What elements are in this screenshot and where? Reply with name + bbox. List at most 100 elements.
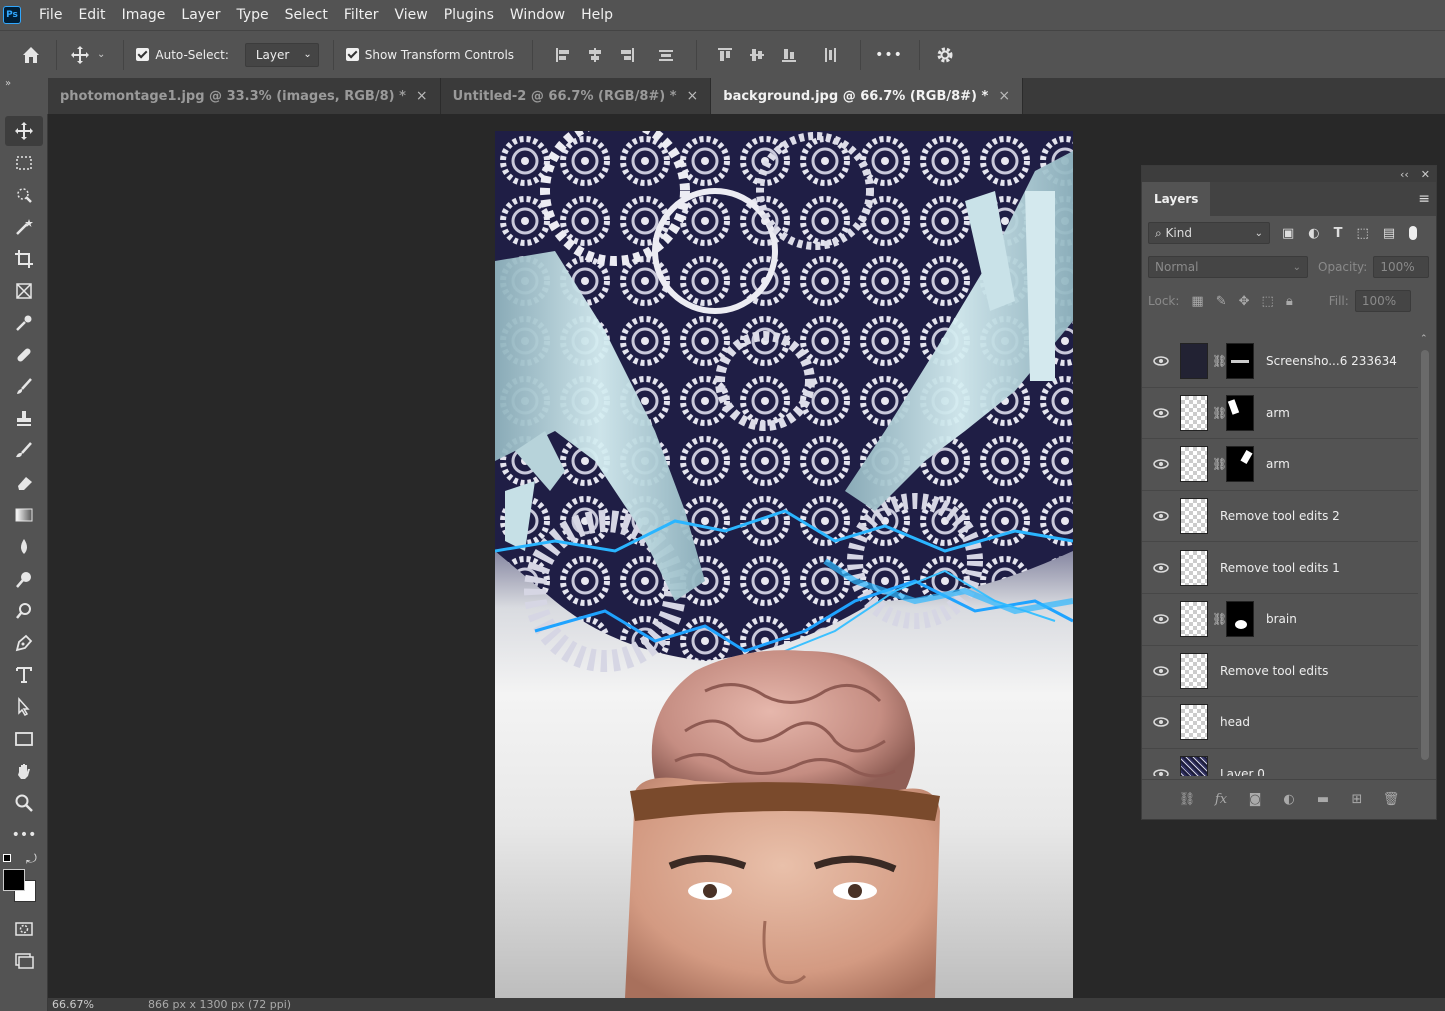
align-right-icon[interactable]: [618, 46, 636, 64]
menu-view[interactable]: View: [387, 0, 436, 30]
eye-icon[interactable]: [1142, 562, 1180, 573]
menu-filter[interactable]: Filter: [336, 0, 387, 30]
fill-input[interactable]: 100%: [1354, 290, 1411, 312]
blur-tool-icon[interactable]: [5, 532, 43, 562]
link-icon[interactable]: ⛓︎: [1212, 354, 1227, 368]
layers-scrollbar[interactable]: ⌃: [1420, 334, 1430, 776]
lock-artboard-icon[interactable]: ⬚: [1262, 294, 1274, 309]
link-icon[interactable]: ⛓︎: [1212, 612, 1227, 626]
brush-tool-icon[interactable]: [5, 372, 43, 402]
more-tools-icon[interactable]: •••: [5, 820, 43, 850]
align-top-icon[interactable]: [716, 46, 734, 64]
hand-tool-icon[interactable]: [5, 756, 43, 786]
add-mask-icon[interactable]: ◙: [1245, 790, 1265, 810]
gradient-tool-icon[interactable]: [5, 500, 43, 530]
align-bottom-icon[interactable]: [780, 46, 798, 64]
close-icon[interactable]: ×: [998, 88, 1010, 104]
lock-all-icon[interactable]: 🔒︎: [1286, 294, 1293, 309]
distribute-vertical-icon[interactable]: [821, 46, 839, 64]
menu-plugins[interactable]: Plugins: [436, 0, 502, 30]
magic-wand-tool-icon[interactable]: [5, 212, 43, 242]
layer-row[interactable]: head: [1142, 697, 1418, 749]
tab-photomontage[interactable]: photomontage1.jpg @ 33.3% (images, RGB/8…: [48, 78, 441, 114]
tab-background[interactable]: background.jpg @ 66.7% (RGB/8#) * ×: [711, 78, 1024, 114]
menu-layer[interactable]: Layer: [173, 0, 228, 30]
eye-icon[interactable]: [1142, 511, 1180, 521]
crop-tool-icon[interactable]: [5, 244, 43, 274]
show-transform-checkbox[interactable]: [345, 48, 359, 61]
layer-row[interactable]: ⛓︎ arm: [1142, 388, 1418, 440]
history-brush-tool-icon[interactable]: [5, 436, 43, 466]
auto-select-checkbox[interactable]: [136, 48, 150, 61]
zoom-level[interactable]: 66.67%: [52, 998, 112, 1011]
layer-mask-thumbnail[interactable]: [1226, 343, 1254, 380]
quick-selection-tool-icon[interactable]: [5, 180, 43, 210]
filter-toggle-icon[interactable]: [1409, 226, 1418, 240]
screen-mode-icon[interactable]: [5, 946, 43, 976]
layer-row[interactable]: Remove tool edits 1: [1142, 542, 1418, 594]
quick-mask-icon[interactable]: [5, 914, 43, 944]
layer-mask-thumbnail[interactable]: [1226, 446, 1254, 483]
distribute-horizontal-icon[interactable]: [657, 46, 675, 64]
chevron-down-icon[interactable]: ⌄: [97, 49, 105, 60]
new-group-icon[interactable]: ▬: [1313, 790, 1333, 810]
swap-colors-icon[interactable]: ⤾: [26, 852, 37, 867]
menu-image[interactable]: Image: [114, 0, 174, 30]
collapse-panel-icon[interactable]: ‹‹: [1400, 168, 1409, 181]
close-icon[interactable]: ✕: [1421, 168, 1430, 181]
link-icon[interactable]: ⛓︎: [1212, 457, 1227, 471]
eye-icon[interactable]: [1142, 769, 1180, 776]
adjustment-layer-filter-icon[interactable]: ◐: [1308, 226, 1319, 241]
new-layer-icon[interactable]: ⊞: [1347, 790, 1367, 810]
type-tool-icon[interactable]: [5, 660, 43, 690]
menu-select[interactable]: Select: [277, 0, 336, 30]
move-tool-icon[interactable]: [5, 116, 43, 146]
eye-icon[interactable]: [1142, 666, 1180, 676]
lock-position-icon[interactable]: ✥: [1239, 294, 1250, 309]
eyedropper-tool-icon[interactable]: [5, 308, 43, 338]
eye-icon[interactable]: [1142, 408, 1180, 418]
dodge-tool-icon[interactable]: [5, 564, 43, 594]
magnify-tool-icon[interactable]: [5, 596, 43, 626]
marquee-tool-icon[interactable]: [5, 148, 43, 178]
kind-filter-dropdown[interactable]: ⌕ Kind ⌄: [1148, 222, 1270, 244]
trash-icon[interactable]: 🗑︎: [1381, 790, 1401, 810]
more-options-button[interactable]: •••: [875, 47, 903, 63]
lock-transparent-icon[interactable]: ▦: [1191, 294, 1203, 309]
opacity-input[interactable]: 100%: [1373, 256, 1430, 278]
menu-window[interactable]: Window: [502, 0, 573, 30]
scrollbar-thumb[interactable]: [1421, 350, 1429, 760]
layer-mask-thumbnail[interactable]: [1226, 601, 1254, 638]
lock-image-icon[interactable]: ✎: [1216, 294, 1227, 309]
link-layers-icon[interactable]: ⛓︎: [1177, 790, 1197, 810]
menu-file[interactable]: File: [31, 0, 70, 30]
document-canvas[interactable]: [495, 131, 1073, 998]
zoom-tool-icon[interactable]: [5, 788, 43, 818]
fx-icon[interactable]: fx: [1211, 790, 1231, 810]
expand-toolbar-icon[interactable]: »: [5, 78, 11, 89]
gear-icon[interactable]: [930, 40, 960, 70]
eye-icon[interactable]: [1142, 459, 1180, 470]
type-layer-filter-icon[interactable]: T: [1334, 226, 1343, 241]
pixel-layer-filter-icon[interactable]: ▣: [1282, 226, 1294, 241]
layer-mask-thumbnail[interactable]: [1226, 394, 1254, 431]
eraser-tool-icon[interactable]: [5, 468, 43, 498]
align-middle-icon[interactable]: [748, 46, 766, 64]
layer-list[interactable]: ⛓︎ Screensho...6 233634 ⛓︎ arm ⛓︎ arm Re…: [1142, 336, 1418, 776]
tab-layers[interactable]: Layers: [1142, 182, 1211, 216]
healing-brush-tool-icon[interactable]: [5, 340, 43, 370]
eye-icon[interactable]: [1142, 614, 1180, 625]
eye-icon[interactable]: [1142, 717, 1180, 728]
link-icon[interactable]: ⛓︎: [1212, 406, 1227, 420]
default-colors-icon[interactable]: [3, 854, 11, 862]
shape-layer-filter-icon[interactable]: ⬚: [1357, 226, 1369, 241]
menu-help[interactable]: Help: [573, 0, 621, 30]
foreground-color-swatch[interactable]: [3, 869, 25, 891]
layer-row[interactable]: Remove tool edits: [1142, 646, 1418, 698]
chevron-up-icon[interactable]: ⌃: [1420, 334, 1428, 344]
close-icon[interactable]: ×: [687, 88, 699, 104]
tab-untitled-2[interactable]: Untitled-2 @ 66.7% (RGB/8#) * ×: [441, 78, 712, 114]
smart-object-filter-icon[interactable]: ▤: [1383, 226, 1395, 241]
frame-tool-icon[interactable]: [5, 276, 43, 306]
close-icon[interactable]: ×: [416, 88, 428, 104]
